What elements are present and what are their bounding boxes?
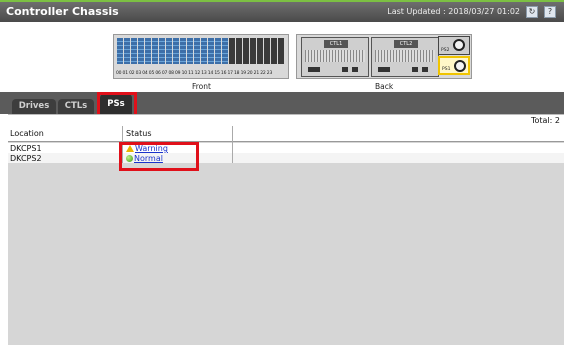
ps1-label: PS1 <box>442 67 451 72</box>
refresh-icon[interactable]: ↻ <box>526 6 538 18</box>
column-header-status[interactable]: Status <box>126 129 152 138</box>
drive-bay[interactable] <box>187 38 193 64</box>
drive-bay[interactable] <box>138 38 144 64</box>
ctl2-module[interactable]: CTL2 <box>371 37 439 77</box>
slot-numbers: 00 01 02 03 04 05 06 07 08 09 10 11 12 1… <box>116 71 273 76</box>
status-highlight-box <box>119 142 199 171</box>
drive-bay[interactable] <box>201 38 207 64</box>
ctl2-port <box>422 67 428 72</box>
ctl2-vent <box>375 50 435 62</box>
drive-bay[interactable] <box>194 38 200 64</box>
column-divider <box>232 126 233 163</box>
drive-bay[interactable] <box>208 38 214 64</box>
help-icon[interactable]: ? <box>544 6 556 18</box>
ctl1-port <box>352 67 358 72</box>
title-bar: Controller Chassis Last Updated : 2018/0… <box>0 0 564 22</box>
drive-bay[interactable] <box>229 38 235 64</box>
ctl1-label: CTL1 <box>324 40 348 48</box>
chassis-panel: 00 01 02 03 04 05 06 07 08 09 10 11 12 1… <box>0 22 564 93</box>
last-updated-text: Last Updated : 2018/03/27 01:02 <box>387 7 520 16</box>
drive-bay[interactable] <box>166 38 172 64</box>
drive-bay[interactable] <box>159 38 165 64</box>
drive-bay[interactable] <box>173 38 179 64</box>
total-count: Total: 2 <box>530 116 560 125</box>
drive-bay[interactable] <box>124 38 130 64</box>
ctl2-port <box>412 67 418 72</box>
ps2-module[interactable]: PS2 <box>438 36 470 55</box>
drive-bay[interactable] <box>215 38 221 64</box>
drive-bay[interactable] <box>180 38 186 64</box>
drive-bay[interactable] <box>152 38 158 64</box>
ctl1-port <box>308 67 320 72</box>
ctl2-label: CTL2 <box>394 40 418 48</box>
ps1-module[interactable]: PS1 <box>438 56 470 75</box>
ctl2-port <box>378 67 390 72</box>
drive-bay[interactable] <box>117 38 123 64</box>
front-caption: Front <box>192 82 211 91</box>
drive-bay[interactable] <box>257 38 263 64</box>
location-cell: DKCPS1 <box>10 144 42 153</box>
table-row[interactable]: DKCPS1 Warning <box>8 143 564 153</box>
drive-bay[interactable] <box>222 38 228 64</box>
ps2-knob-icon <box>453 39 465 51</box>
window-title: Controller Chassis <box>6 5 119 18</box>
drive-bay[interactable] <box>131 38 137 64</box>
front-chassis-image[interactable]: 00 01 02 03 04 05 06 07 08 09 10 11 12 1… <box>113 34 289 79</box>
location-cell: DKCPS2 <box>10 154 42 163</box>
drive-bay[interactable] <box>278 38 284 64</box>
drive-bay[interactable] <box>236 38 242 64</box>
ctl1-port <box>342 67 348 72</box>
back-caption: Back <box>375 82 394 91</box>
tab-drives[interactable]: Drives <box>12 99 56 114</box>
drive-bay[interactable] <box>145 38 151 64</box>
drive-bay[interactable] <box>264 38 270 64</box>
table-row[interactable]: DKCPS2 Normal <box>8 153 564 163</box>
ps1-knob-icon <box>454 60 466 72</box>
ps2-label: PS2 <box>441 48 450 53</box>
tab-ctls[interactable]: CTLs <box>58 99 94 114</box>
tab-bar: Drives CTLs PSs <box>0 92 564 114</box>
ps-table: Location Status DKCPS1 Warning DKCPS2 No… <box>8 126 564 345</box>
table-header: Location Status <box>8 126 564 142</box>
column-header-location[interactable]: Location <box>10 129 44 138</box>
ctl1-module[interactable]: CTL1 <box>301 37 369 77</box>
drive-bay[interactable] <box>271 38 277 64</box>
power-supplies: PS2 PS1 <box>438 36 470 76</box>
drive-bay[interactable] <box>243 38 249 64</box>
ctl1-vent <box>305 50 365 62</box>
drive-bay[interactable] <box>250 38 256 64</box>
